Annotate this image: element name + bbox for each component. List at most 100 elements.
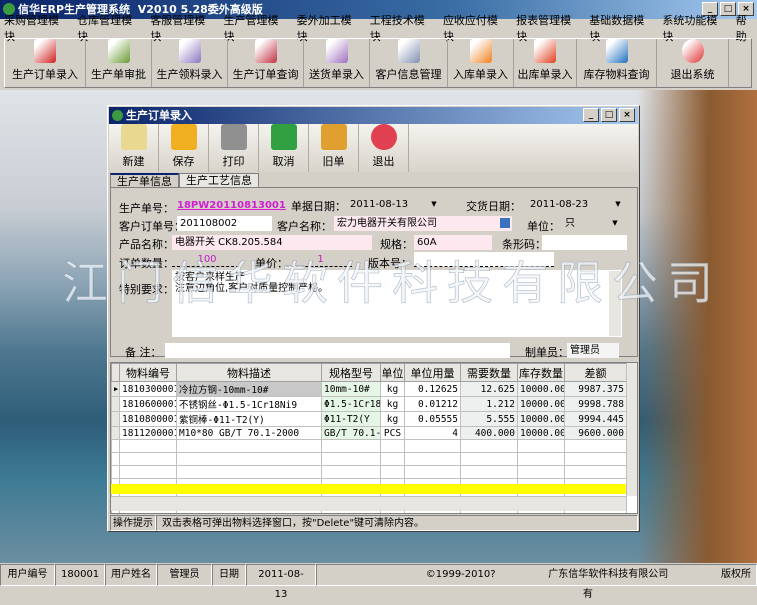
table-cell[interactable]: PCS	[380, 426, 405, 440]
table-cell[interactable]: 1.212	[460, 396, 518, 412]
table-cell[interactable]: 0.12625	[404, 381, 461, 397]
empty-cell[interactable]	[380, 439, 405, 453]
column-header[interactable]: 差额	[564, 363, 627, 382]
textarea-scrollbar[interactable]	[609, 271, 621, 336]
empty-cell[interactable]	[517, 439, 565, 453]
unit-select[interactable]: 只 ▼	[562, 216, 622, 231]
table-cell[interactable]: 4	[404, 426, 461, 440]
toolbar-button-3[interactable]: 生产订单查询	[228, 39, 304, 87]
toolbar-button-9[interactable]: 退出系统	[657, 39, 729, 87]
table-cell[interactable]: 紫铜棒-Φ11-T2(Y)	[176, 411, 322, 427]
table-cell[interactable]: GB/T 70.1-2	[321, 426, 381, 440]
table-cell[interactable]: 9600.000	[564, 426, 627, 440]
current-row-arrow-icon[interactable]: ▶	[111, 381, 120, 397]
table-row[interactable]: 1811200001 M10*80 GB/T 70.1-2000 GB/T 70.1…	[111, 426, 627, 440]
spec-input[interactable]: 60A	[414, 235, 492, 250]
empty-cell[interactable]	[517, 452, 565, 466]
table-cell[interactable]: 不锈钢丝-Φ1.5-1Cr18Ni9	[176, 396, 322, 412]
grid-vertical-scrollbar[interactable]	[626, 363, 637, 496]
table-cell[interactable]: kg	[380, 381, 405, 397]
toolbar-button-0[interactable]: 生产订单录入	[5, 39, 86, 87]
table-cell[interactable]: M10*80 GB/T 70.1-2000	[176, 426, 322, 440]
empty-cell[interactable]	[517, 465, 565, 479]
toolbar-button-2[interactable]: 生产领料录入	[152, 39, 228, 87]
empty-cell[interactable]	[111, 465, 120, 479]
toolbar-button-4[interactable]: 送货单录入	[304, 39, 370, 87]
empty-cell[interactable]	[111, 439, 120, 453]
empty-row[interactable]	[111, 452, 627, 466]
toolbar-button-6[interactable]: 入库单录入	[448, 39, 514, 87]
empty-cell[interactable]	[380, 452, 405, 466]
version-input[interactable]	[414, 252, 554, 267]
table-cell[interactable]: 1810600001	[119, 396, 177, 412]
column-header[interactable]: 需要数量	[460, 363, 518, 382]
tab-process-info[interactable]: 生产工艺信息	[179, 173, 259, 187]
table-cell[interactable]: 9987.375	[564, 381, 627, 397]
remark-input[interactable]	[165, 343, 510, 358]
table-cell[interactable]: 12.625	[460, 381, 518, 397]
table-cell[interactable]: 400.000	[460, 426, 518, 440]
table-cell[interactable]: 10000.000	[517, 381, 565, 397]
empty-cell[interactable]	[176, 452, 322, 466]
row-header[interactable]	[111, 396, 120, 412]
child-toolbar-button-2[interactable]: 打印	[209, 124, 259, 172]
table-cell[interactable]: kg	[380, 411, 405, 427]
table-cell[interactable]: kg	[380, 396, 405, 412]
empty-cell[interactable]	[380, 465, 405, 479]
empty-cell[interactable]	[176, 439, 322, 453]
table-cell[interactable]: 1811200001	[119, 426, 177, 440]
empty-cell[interactable]	[564, 465, 627, 479]
empty-cell[interactable]	[119, 439, 177, 453]
child-toolbar-button-1[interactable]: 保存	[159, 124, 209, 172]
empty-cell[interactable]	[404, 439, 461, 453]
empty-cell[interactable]	[119, 452, 177, 466]
table-row[interactable]: 1810600001 不锈钢丝-Φ1.5-1Cr18Ni9 Φ1.5-1Cr18 kg…	[111, 396, 627, 412]
table-cell[interactable]: 10000.000	[517, 396, 565, 412]
barcode-input[interactable]	[542, 235, 627, 250]
empty-cell[interactable]	[404, 465, 461, 479]
dropdown-arrow-icon[interactable]: ▼	[428, 198, 440, 210]
child-close-button[interactable]: ×	[619, 108, 635, 122]
table-cell[interactable]: 1810800001	[119, 411, 177, 427]
toolbar-button-7[interactable]: 出库单录入	[514, 39, 577, 87]
empty-row[interactable]	[111, 439, 627, 453]
table-cell[interactable]: 冷拉方钢-10mm-10#	[176, 381, 322, 397]
order-no-link[interactable]: 18PW20110813001	[177, 200, 286, 211]
delivery-date-picker[interactable]: 2011-08-23 ▼	[527, 197, 625, 212]
toolbar-button-8[interactable]: 库存物料查询	[577, 39, 657, 87]
lookup-icon[interactable]	[500, 218, 510, 228]
child-toolbar-button-4[interactable]: 旧单	[309, 124, 359, 172]
doc-date-picker[interactable]: 2011-08-13 ▼	[347, 197, 441, 212]
table-cell[interactable]: 0.01212	[404, 396, 461, 412]
empty-cell[interactable]	[321, 439, 381, 453]
table-cell[interactable]: 10000.000	[517, 411, 565, 427]
empty-cell[interactable]	[119, 465, 177, 479]
special-textarea[interactable]: 按客户来样生产 注意边角位,客户对质量控制严格。	[172, 270, 622, 337]
product-input[interactable]: 电器开关 CK8.205.584	[172, 235, 372, 250]
dropdown-arrow-icon[interactable]: ▼	[612, 198, 624, 210]
qty-input[interactable]: 100	[172, 252, 239, 267]
column-header[interactable]: 库存数量	[517, 363, 565, 382]
tab-production-info[interactable]: 生产单信息	[110, 173, 179, 188]
empty-cell[interactable]	[404, 452, 461, 466]
table-cell[interactable]: 10000.000	[517, 426, 565, 440]
column-header[interactable]: 单位用量	[404, 363, 461, 382]
column-header[interactable]: 规格型号	[321, 363, 381, 382]
child-minimize-button[interactable]: _	[583, 108, 599, 122]
empty-cell[interactable]	[111, 452, 120, 466]
column-header[interactable]: 物料编号	[119, 363, 177, 382]
empty-cell[interactable]	[564, 452, 627, 466]
empty-row[interactable]	[111, 465, 627, 479]
child-toolbar-button-0[interactable]: 新建	[109, 124, 159, 172]
child-toolbar-button-5[interactable]: 退出	[359, 124, 409, 172]
row-header[interactable]	[111, 426, 120, 440]
table-cell[interactable]: 9994.445	[564, 411, 627, 427]
table-cell[interactable]: Φ1.5-1Cr18	[321, 396, 381, 412]
empty-cell[interactable]	[460, 465, 518, 479]
column-header[interactable]: 单位	[380, 363, 405, 382]
table-cell[interactable]: 0.05555	[404, 411, 461, 427]
child-maximize-button[interactable]: □	[601, 108, 617, 122]
empty-cell[interactable]	[321, 452, 381, 466]
empty-cell[interactable]	[321, 465, 381, 479]
empty-cell[interactable]	[176, 465, 322, 479]
